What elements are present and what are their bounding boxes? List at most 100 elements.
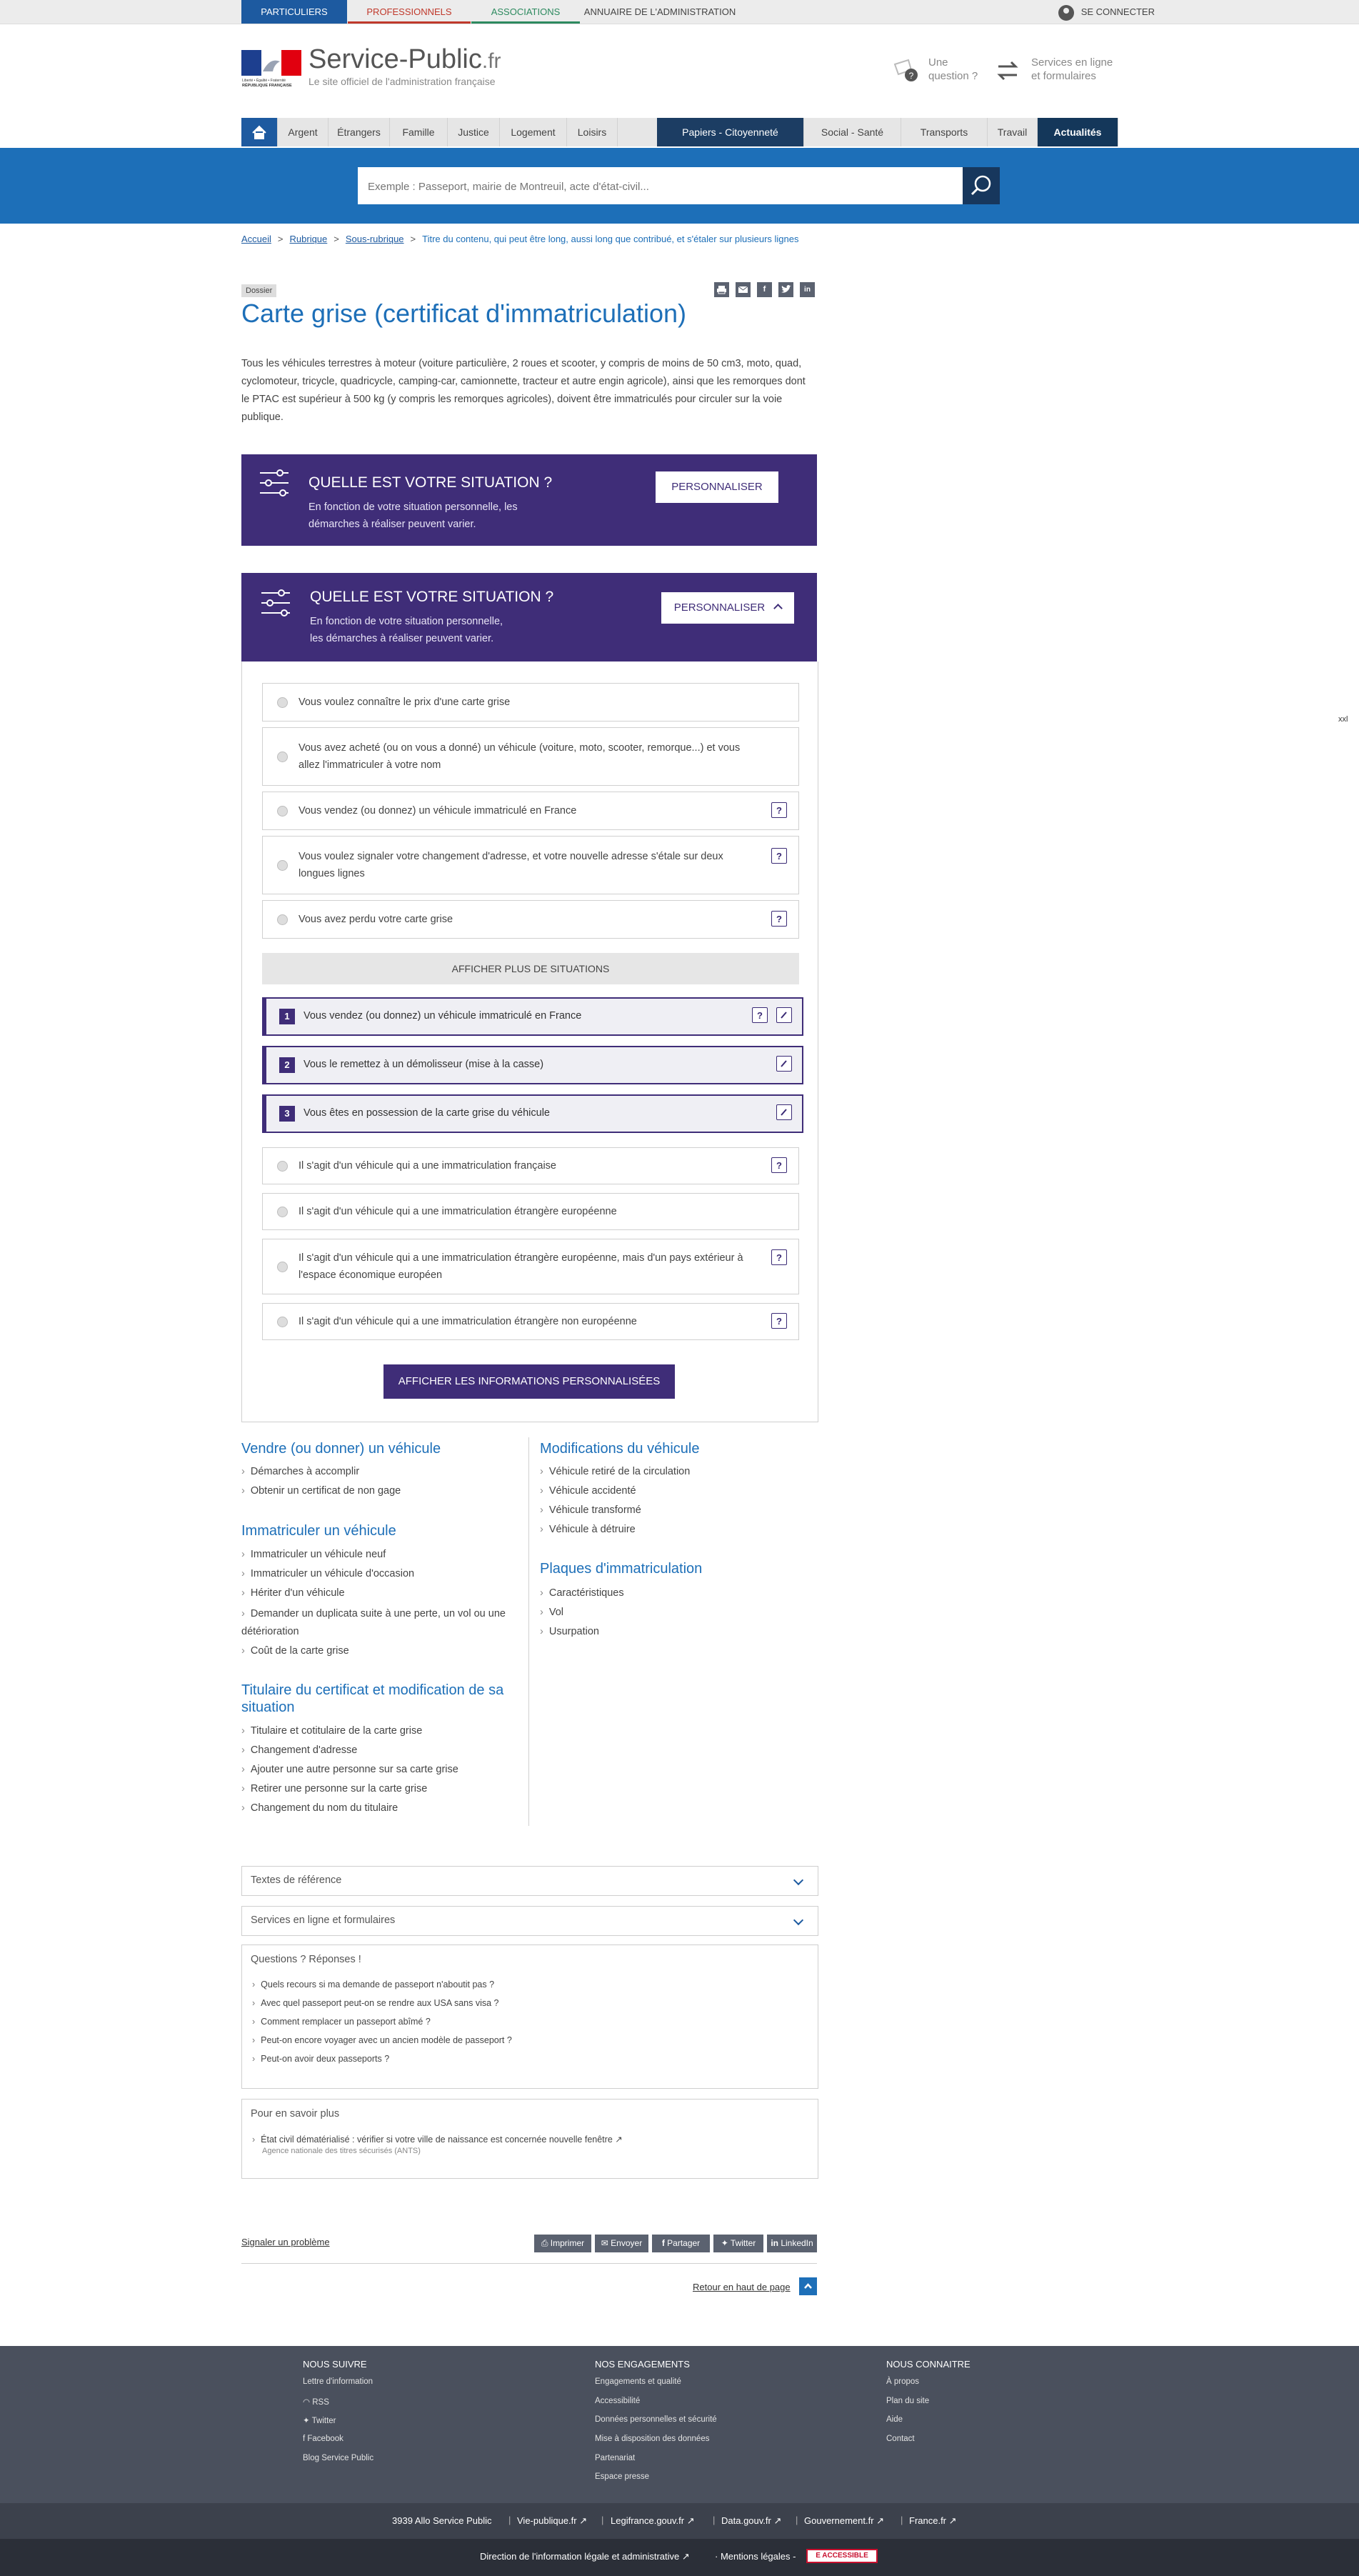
partner-link[interactable]: Gouvernement.fr ↗ <box>804 2515 884 2527</box>
help-icon-button[interactable]: ? <box>771 911 787 927</box>
qa-link[interactable]: Peut-on encore voyager avec un ancien mo… <box>252 2035 512 2045</box>
sub-option-eu-outside[interactable]: Il s'agit d'un véhicule qui a une immatr… <box>262 1239 799 1294</box>
send-button[interactable]: ✉ Envoyer <box>595 2235 648 2252</box>
option-achete[interactable]: Vous avez acheté (ou on vous a donné) un… <box>262 727 799 786</box>
back-to-top-link[interactable]: Retour en haut de page <box>693 2282 791 2292</box>
marianne-logo[interactable]: Liberté • Égalité • Fraternité RÉPUBLIQU… <box>241 50 301 89</box>
radio-button[interactable] <box>277 1317 288 1327</box>
accessibility-badge[interactable]: E ACCESSIBLE <box>806 2549 878 2563</box>
report-problem-link[interactable]: Signaler un problème <box>241 2237 330 2247</box>
footer-rss-link[interactable]: ◠ RSS <box>303 2397 329 2407</box>
link-adresse[interactable]: Changement d'adresse <box>241 1743 357 1757</box>
footer-know-link[interactable]: À propos <box>886 2377 919 2386</box>
selected-step-2[interactable]: 2 Vous le remettez à un démolisseur (mise… <box>262 1046 803 1084</box>
link-cotitulaire[interactable]: Titulaire et cotitulaire de la carte gri… <box>241 1724 422 1738</box>
tab-professionnels[interactable]: PROFESSIONNELS <box>348 0 471 24</box>
arrow-up-icon[interactable] <box>799 2277 817 2295</box>
link-usurpation[interactable]: Usurpation <box>540 1624 599 1639</box>
login-link[interactable]: SE CONNECTER <box>1058 0 1155 24</box>
footer-know-link[interactable]: Plan du site <box>886 2397 929 2405</box>
help-icon-button[interactable]: ? <box>752 1007 768 1023</box>
facebook-icon-button[interactable]: f <box>757 282 772 297</box>
link-non-gage[interactable]: Obtenir un certificat de non gage <box>241 1484 401 1498</box>
accordion-services[interactable]: Services en ligne et formulaires <box>241 1906 818 1936</box>
nav-logement[interactable]: Logement <box>500 118 567 146</box>
tab-particuliers[interactable]: PARTICULIERS <box>241 0 347 24</box>
search-input[interactable] <box>358 167 955 206</box>
sub-option-non-eu[interactable]: Il s'agit d'un véhicule qui a une immatr… <box>262 1303 799 1340</box>
section-title-modifications[interactable]: Modifications du véhicule <box>540 1440 699 1457</box>
footer-blog-link[interactable]: Blog Service Public <box>303 2454 373 2462</box>
radio-button[interactable] <box>277 1207 288 1217</box>
linkedin-icon-button[interactable]: in <box>800 282 815 297</box>
nav-home[interactable] <box>241 118 278 146</box>
tab-associations[interactable]: ASSOCIATIONS <box>471 0 580 24</box>
help-icon-button[interactable]: ? <box>771 802 787 818</box>
footer-engage-link[interactable]: Espace presse <box>595 2472 649 2481</box>
footer-engage-link[interactable]: Mise à disposition des données <box>595 2435 709 2443</box>
twitter-button[interactable]: ✦ Twitter <box>713 2235 763 2252</box>
nav-social[interactable]: Social - Santé <box>804 118 901 146</box>
nav-etrangers[interactable]: Étrangers <box>329 118 390 146</box>
nav-transports[interactable]: Transports <box>901 118 988 146</box>
section-title-titulaire[interactable]: Titulaire du certificat et modification … <box>241 1682 520 1716</box>
qa-link[interactable]: Avec quel passeport peut-on se rendre au… <box>252 1998 498 2008</box>
footer-newsletter-link[interactable]: Lettre d'information <box>303 2377 373 2386</box>
option-adresse[interactable]: Vous voulez signaler votre changement d'… <box>262 836 799 894</box>
help-icon-button[interactable]: ? <box>771 848 787 864</box>
radio-button[interactable] <box>277 806 288 817</box>
question-link[interactable]: Une question ? <box>928 56 986 83</box>
footer-engage-link[interactable]: Engagements et qualité <box>595 2377 681 2386</box>
link-transforme[interactable]: Véhicule transformé <box>540 1503 641 1517</box>
radio-button[interactable] <box>277 752 288 762</box>
twitter-icon-button[interactable] <box>778 282 793 297</box>
option-prix[interactable]: Vous voulez connaître le prix d'une cart… <box>262 683 799 722</box>
partner-link[interactable]: Vie-publique.fr ↗ <box>517 2515 587 2527</box>
link-caracteristiques[interactable]: Caractéristiques <box>540 1586 624 1600</box>
footer-engage-link[interactable]: Partenariat <box>595 2454 635 2462</box>
link-nom[interactable]: Changement du nom du titulaire <box>241 1801 398 1815</box>
sub-option-fr[interactable]: Il s'agit d'un véhicule qui a une immatr… <box>262 1147 799 1184</box>
qa-link[interactable]: Comment remplacer un passeport abîmé ? <box>252 2017 431 2027</box>
section-title-vendre[interactable]: Vendre (ou donner) un véhicule <box>241 1440 441 1457</box>
more-link[interactable]: État civil dématérialisé : vérifier si v… <box>252 2134 623 2145</box>
search-button[interactable] <box>963 167 1000 204</box>
link-retire[interactable]: Véhicule retiré de la circulation <box>540 1464 690 1479</box>
nav-papiers[interactable]: Papiers - Citoyenneté <box>657 118 804 146</box>
nav-loisirs[interactable]: Loisirs <box>567 118 618 146</box>
qa-link[interactable]: Peut-on avoir deux passeports ? <box>252 2054 389 2064</box>
option-perdu[interactable]: Vous avez perdu votre carte grise? <box>262 900 799 939</box>
link-neuf[interactable]: Immatriculer un véhicule neuf <box>241 1547 386 1562</box>
selected-step-3[interactable]: 3 Vous êtes en possession de la carte gri… <box>262 1094 803 1133</box>
breadcrumb-sous-rubrique[interactable]: Sous-rubrique <box>346 234 404 244</box>
footer-engage-link[interactable]: Accessibilité <box>595 2397 640 2405</box>
more-situations-button[interactable]: AFFICHER PLUS DE SITUATIONS <box>262 953 799 984</box>
option-vendez[interactable]: Vous vendez (ou donnez) un véhicule imma… <box>262 792 799 830</box>
personnaliser-open-button[interactable]: PERSONNALISER <box>661 592 794 624</box>
services-link[interactable]: Services en ligne et formulaires <box>1031 56 1124 83</box>
linkedin-button[interactable]: in LinkedIn <box>767 2235 817 2252</box>
mail-icon-button[interactable] <box>736 282 751 297</box>
accordion-textes[interactable]: Textes de référence <box>241 1866 818 1896</box>
nav-actualites[interactable]: Actualités <box>1038 118 1118 146</box>
radio-button[interactable] <box>277 697 288 708</box>
print-button[interactable]: ⎙ Imprimer <box>534 2235 591 2252</box>
qa-link[interactable]: Quels recours si ma demande de passeport… <box>252 1980 494 1990</box>
link-accidente[interactable]: Véhicule accidenté <box>540 1484 636 1498</box>
selected-step-1[interactable]: 1 Vous vendez (ou donnez) un véhicule imm… <box>262 997 803 1036</box>
link-ajouter[interactable]: Ajouter une autre personne sur sa carte … <box>241 1762 458 1777</box>
help-icon-button[interactable]: ? <box>771 1249 787 1265</box>
link-retirer[interactable]: Retirer une personne sur la carte grise <box>241 1782 427 1796</box>
site-name[interactable]: Service-Public.fr <box>309 44 501 75</box>
share-button[interactable]: f Partager <box>652 2235 710 2252</box>
print-icon-button[interactable] <box>714 282 729 297</box>
footer-engage-link[interactable]: Données personnelles et sécurité <box>595 2415 717 2424</box>
show-personalized-info-button[interactable]: AFFICHER LES INFORMATIONS PERSONNALISÉES <box>383 1364 675 1399</box>
dila-link[interactable]: Direction de l'information légale et adm… <box>480 2551 690 2562</box>
link-heriter[interactable]: Hériter d'un véhicule <box>241 1586 345 1600</box>
link-demarches[interactable]: Démarches à accomplir <box>241 1464 359 1479</box>
link-cout[interactable]: Coût de la carte grise <box>241 1644 349 1658</box>
nav-justice[interactable]: Justice <box>448 118 500 146</box>
nav-travail[interactable]: Travail <box>988 118 1038 146</box>
footer-twitter-link[interactable]: ✦ Twitter <box>303 2415 336 2425</box>
